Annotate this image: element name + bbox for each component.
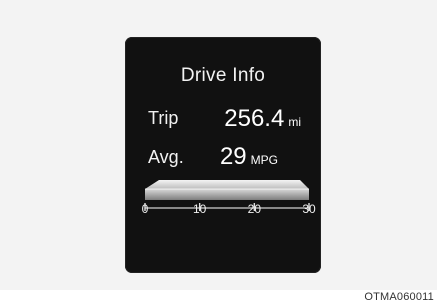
gauge-tick-label: 30 (302, 202, 316, 216)
average-unit: MPG (250, 153, 278, 167)
average-value: 29 (219, 143, 247, 170)
average-label: Avg. (148, 147, 184, 167)
trip-value-group: 256.4 mi (224, 105, 301, 133)
trip-unit: mi (288, 115, 301, 129)
average-value-group: 29 MPG (220, 143, 278, 171)
fuel-economy-gauge (144, 180, 310, 211)
trip-value: 256.4 (224, 105, 285, 132)
gauge-ticks (144, 203, 310, 211)
gauge-tick-label: 10 (192, 202, 207, 216)
gauge-level-bar (145, 180, 309, 200)
gauge-tick-label: 0 (141, 202, 149, 216)
cluster-display: Drive Info Trip 256.4 mi Avg. 29 MPG 0 1… (125, 37, 321, 273)
gauge-tick-label: 20 (247, 202, 262, 216)
figure-code: OTMA060011 (364, 291, 434, 303)
trip-label: Trip (148, 108, 179, 128)
screen-title: Drive Info (180, 65, 266, 86)
